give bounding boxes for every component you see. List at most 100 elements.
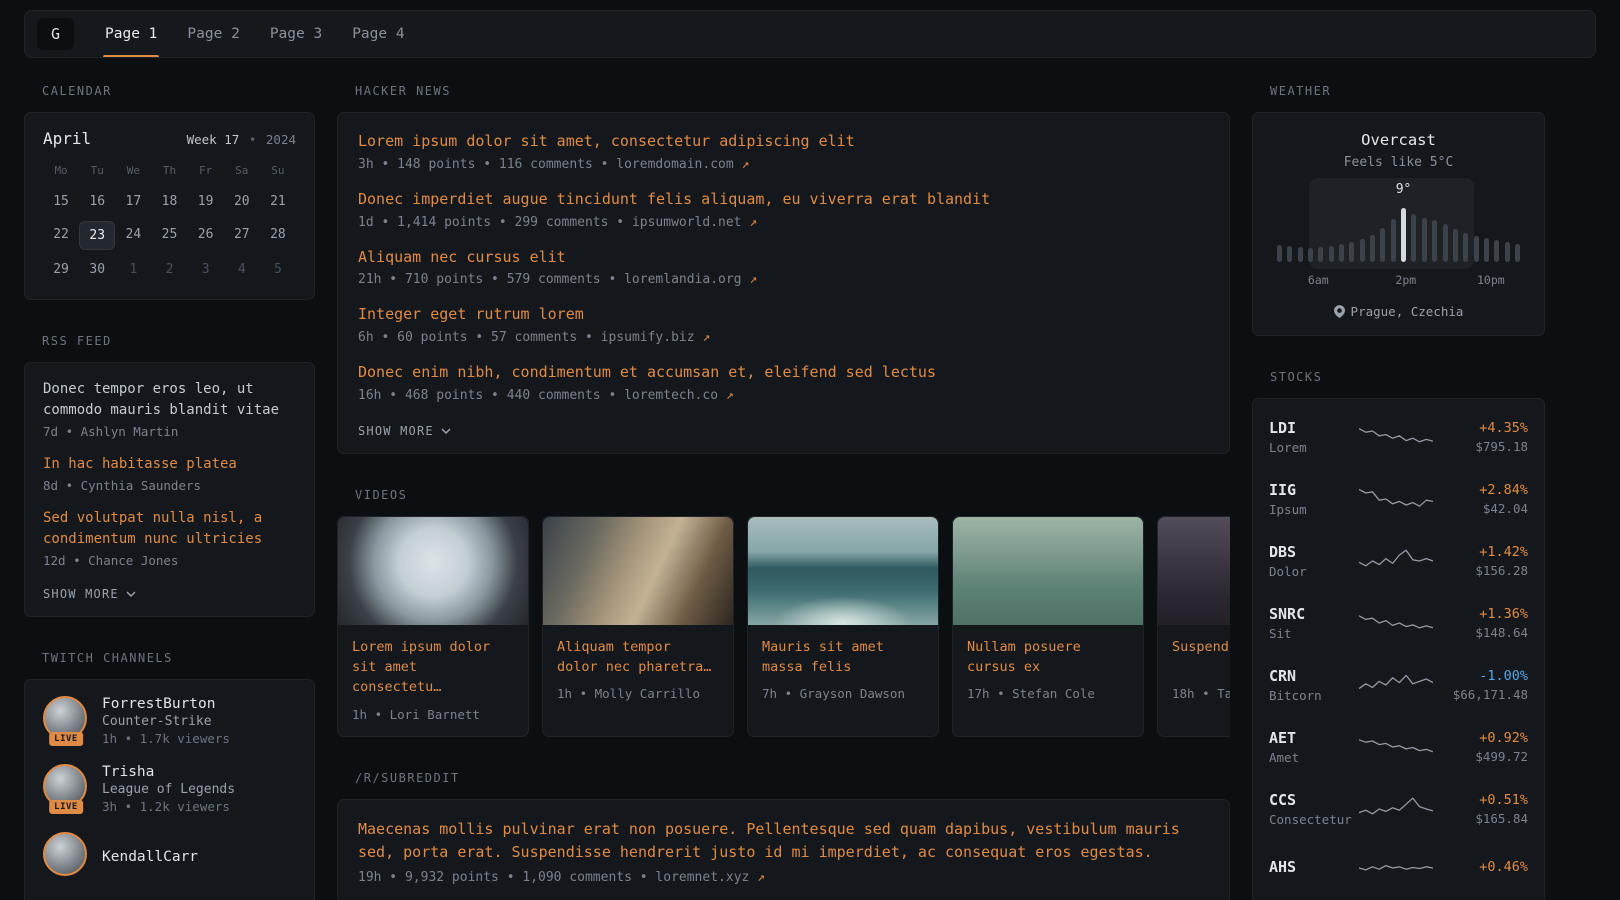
weather-condition: Overcast (1269, 131, 1528, 149)
stock-sparkline (1359, 608, 1433, 638)
calendar-day-today: 23 (79, 221, 115, 250)
show-more-label: SHOW MORE (358, 424, 434, 438)
hackernews-show-more-button[interactable]: SHOW MORE (358, 424, 451, 438)
weather-bar (1411, 214, 1416, 262)
weather-bar (1370, 235, 1375, 262)
hackernews-item-meta: 1d • 1,414 points • 299 comments • ipsum… (358, 215, 1209, 230)
hackernews-domain-link[interactable]: ipsumify.biz (601, 330, 695, 345)
hackernews-domain-link[interactable]: loremtech.co (624, 388, 718, 403)
twitch-channel-row[interactable]: LIVE ForrestBurton Counter-Strike 1h • 1… (43, 696, 296, 746)
hackernews-item-meta: 21h • 710 points • 579 comments • loreml… (358, 272, 1209, 287)
video-card-body: Aliquam tempor dolor nec pharetra… 1h • … (543, 625, 733, 716)
rss-show-more-button[interactable]: SHOW MORE (43, 587, 136, 601)
weather-time-axis: 6am 2pm 10pm (1277, 273, 1520, 289)
calendar-dow: Su (260, 161, 296, 182)
stock-row[interactable]: DBS Dolor +1.42% $156.28 (1269, 530, 1528, 592)
video-card-body: Suspendisse diam 18h • Tara (1158, 625, 1230, 715)
video-card[interactable]: Lorem ipsum dolor sit amet consectetu… 1… (337, 516, 529, 737)
video-meta: 17h • Stefan Cole (967, 686, 1129, 701)
stock-change: -1.00% (1433, 668, 1528, 684)
stock-row[interactable]: CRN Bitcorn -1.00% $66,171.48 (1269, 654, 1528, 716)
stock-change: +4.35% (1433, 420, 1528, 436)
subreddit-domain-link[interactable]: loremnet.xyz (655, 870, 749, 885)
hackernews-card: Lorem ipsum dolor sit amet, consectetur … (337, 112, 1230, 454)
hackernews-item: Integer eget rutrum lorem 6h • 60 points… (358, 304, 1209, 345)
stock-name: Sit (1269, 626, 1359, 641)
stock-row[interactable]: IIG Ipsum +2.84% $42.04 (1269, 468, 1528, 530)
video-thumbnail (543, 517, 733, 625)
stock-row[interactable]: AET Amet +0.92% $499.72 (1269, 716, 1528, 778)
subreddit-post: Maecenas mollis pulvinar erat non posuer… (358, 818, 1209, 886)
rss-item-link[interactable]: Donec tempor eros leo, ut commodo mauris… (43, 379, 296, 421)
video-card[interactable]: Suspendisse diam 18h • Tara (1157, 516, 1230, 737)
hackernews-item-link[interactable]: Lorem ipsum dolor sit amet, consectetur … (358, 131, 1209, 153)
external-link-icon: ↗ (702, 330, 710, 345)
subreddit-card: Maecenas mollis pulvinar erat non posuer… (337, 799, 1230, 900)
stock-price: $148.64 (1433, 625, 1528, 640)
tab-page-1[interactable]: Page 1 (90, 11, 172, 57)
weather-bar (1463, 233, 1468, 262)
stock-row[interactable]: LDI Lorem +4.35% $795.18 (1269, 406, 1528, 468)
video-card[interactable]: Nullam posuere cursus ex 17h • Stefan Co… (952, 516, 1144, 737)
stock-change: +0.92% (1433, 730, 1528, 746)
stock-sparkline (1359, 422, 1433, 452)
stock-values: +0.51% $165.84 (1433, 792, 1528, 826)
twitch-channel-info: Trisha League of Legends 3h • 1.2k viewe… (102, 764, 235, 814)
stock-name: Bitcorn (1269, 688, 1359, 703)
hackernews-domain-link[interactable]: loremdomain.com (616, 157, 733, 172)
stock-symbol: IIG (1269, 481, 1359, 499)
stock-sparkline (1359, 484, 1433, 514)
stock-sparkline (1359, 853, 1433, 883)
twitch-channel-meta: 3h • 1.2k viewers (102, 799, 235, 814)
twitch-channel-row[interactable]: KendallCarr (43, 832, 296, 882)
stock-values: +0.46% (1433, 859, 1528, 878)
stock-row[interactable]: CCS Consectetur +0.51% $165.84 (1269, 778, 1528, 840)
weather-bar (1349, 242, 1354, 262)
hackernews-item-link[interactable]: Integer eget rutrum lorem (358, 304, 1209, 326)
twitch-channel-row[interactable]: LIVE Trisha League of Legends 3h • 1.2k … (43, 764, 296, 814)
weather-bar (1422, 218, 1427, 262)
twitch-card: LIVE ForrestBurton Counter-Strike 1h • 1… (24, 679, 315, 900)
video-card[interactable]: Aliquam tempor dolor nec pharetra… 1h • … (542, 516, 734, 737)
hackernews-domain-link[interactable]: ipsumworld.net (632, 215, 742, 230)
hackernews-domain-link[interactable]: loremlandia.org (624, 272, 741, 287)
calendar-dow: Mo (43, 161, 79, 182)
rss-item-link[interactable]: Sed volutpat nulla nisl, a condimentum n… (43, 508, 296, 550)
tab-page-4[interactable]: Page 4 (337, 11, 419, 57)
weather-bar (1318, 247, 1323, 262)
stock-change: +2.84% (1433, 482, 1528, 498)
rss-item: Donec tempor eros leo, ut commodo mauris… (43, 379, 296, 439)
weather-time-label: 10pm (1477, 273, 1505, 287)
stock-symbol: LDI (1269, 419, 1359, 437)
avatar (43, 832, 89, 882)
external-link-icon: ↗ (749, 215, 757, 230)
dashboard-content: CALENDAR April Week 17 • 2024 Mo Tu We T… (24, 84, 1596, 900)
hackernews-meta-text: 21h • 710 points • 579 comments • (358, 272, 616, 287)
video-thumbnail (1158, 517, 1230, 625)
calendar-month: April (43, 129, 91, 148)
weather-location-label: Prague, Czechia (1351, 304, 1464, 319)
hackernews-item-link[interactable]: Donec enim nibh, condimentum et accumsan… (358, 362, 1209, 384)
hackernews-item-meta: 6h • 60 points • 57 comments • ipsumify.… (358, 330, 1209, 345)
avatar: LIVE (43, 764, 89, 814)
tab-page-3[interactable]: Page 3 (255, 11, 337, 57)
rss-item: Sed volutpat nulla nisl, a condimentum n… (43, 508, 296, 568)
hackernews-item-link[interactable]: Aliquam nec cursus elit (358, 247, 1209, 269)
weather-bar (1474, 236, 1479, 262)
rss-card: Donec tempor eros leo, ut commodo mauris… (24, 362, 315, 617)
video-card[interactable]: Mauris sit amet massa felis 7h • Grayson… (747, 516, 939, 737)
tab-page-2[interactable]: Page 2 (172, 11, 254, 57)
chevron-down-icon (126, 591, 136, 597)
app-logo[interactable]: G (37, 18, 74, 50)
hackernews-item-link[interactable]: Donec imperdiet augue tincidunt felis al… (358, 189, 1209, 211)
live-badge: LIVE (49, 732, 83, 746)
stock-row[interactable]: AHS +0.46% (1269, 840, 1528, 896)
stock-sparkline (1359, 546, 1433, 576)
subreddit-post-link[interactable]: Maecenas mollis pulvinar erat non posuer… (358, 818, 1209, 865)
rss-widget: RSS FEED Donec tempor eros leo, ut commo… (24, 334, 315, 617)
external-link-icon: ↗ (726, 388, 734, 403)
subreddit-post-meta: 19h • 9,932 points • 1,090 comments • lo… (358, 870, 1209, 885)
stock-change: +0.51% (1433, 792, 1528, 808)
stock-row[interactable]: SNRC Sit +1.36% $148.64 (1269, 592, 1528, 654)
rss-item-link[interactable]: In hac habitasse platea (43, 454, 296, 475)
